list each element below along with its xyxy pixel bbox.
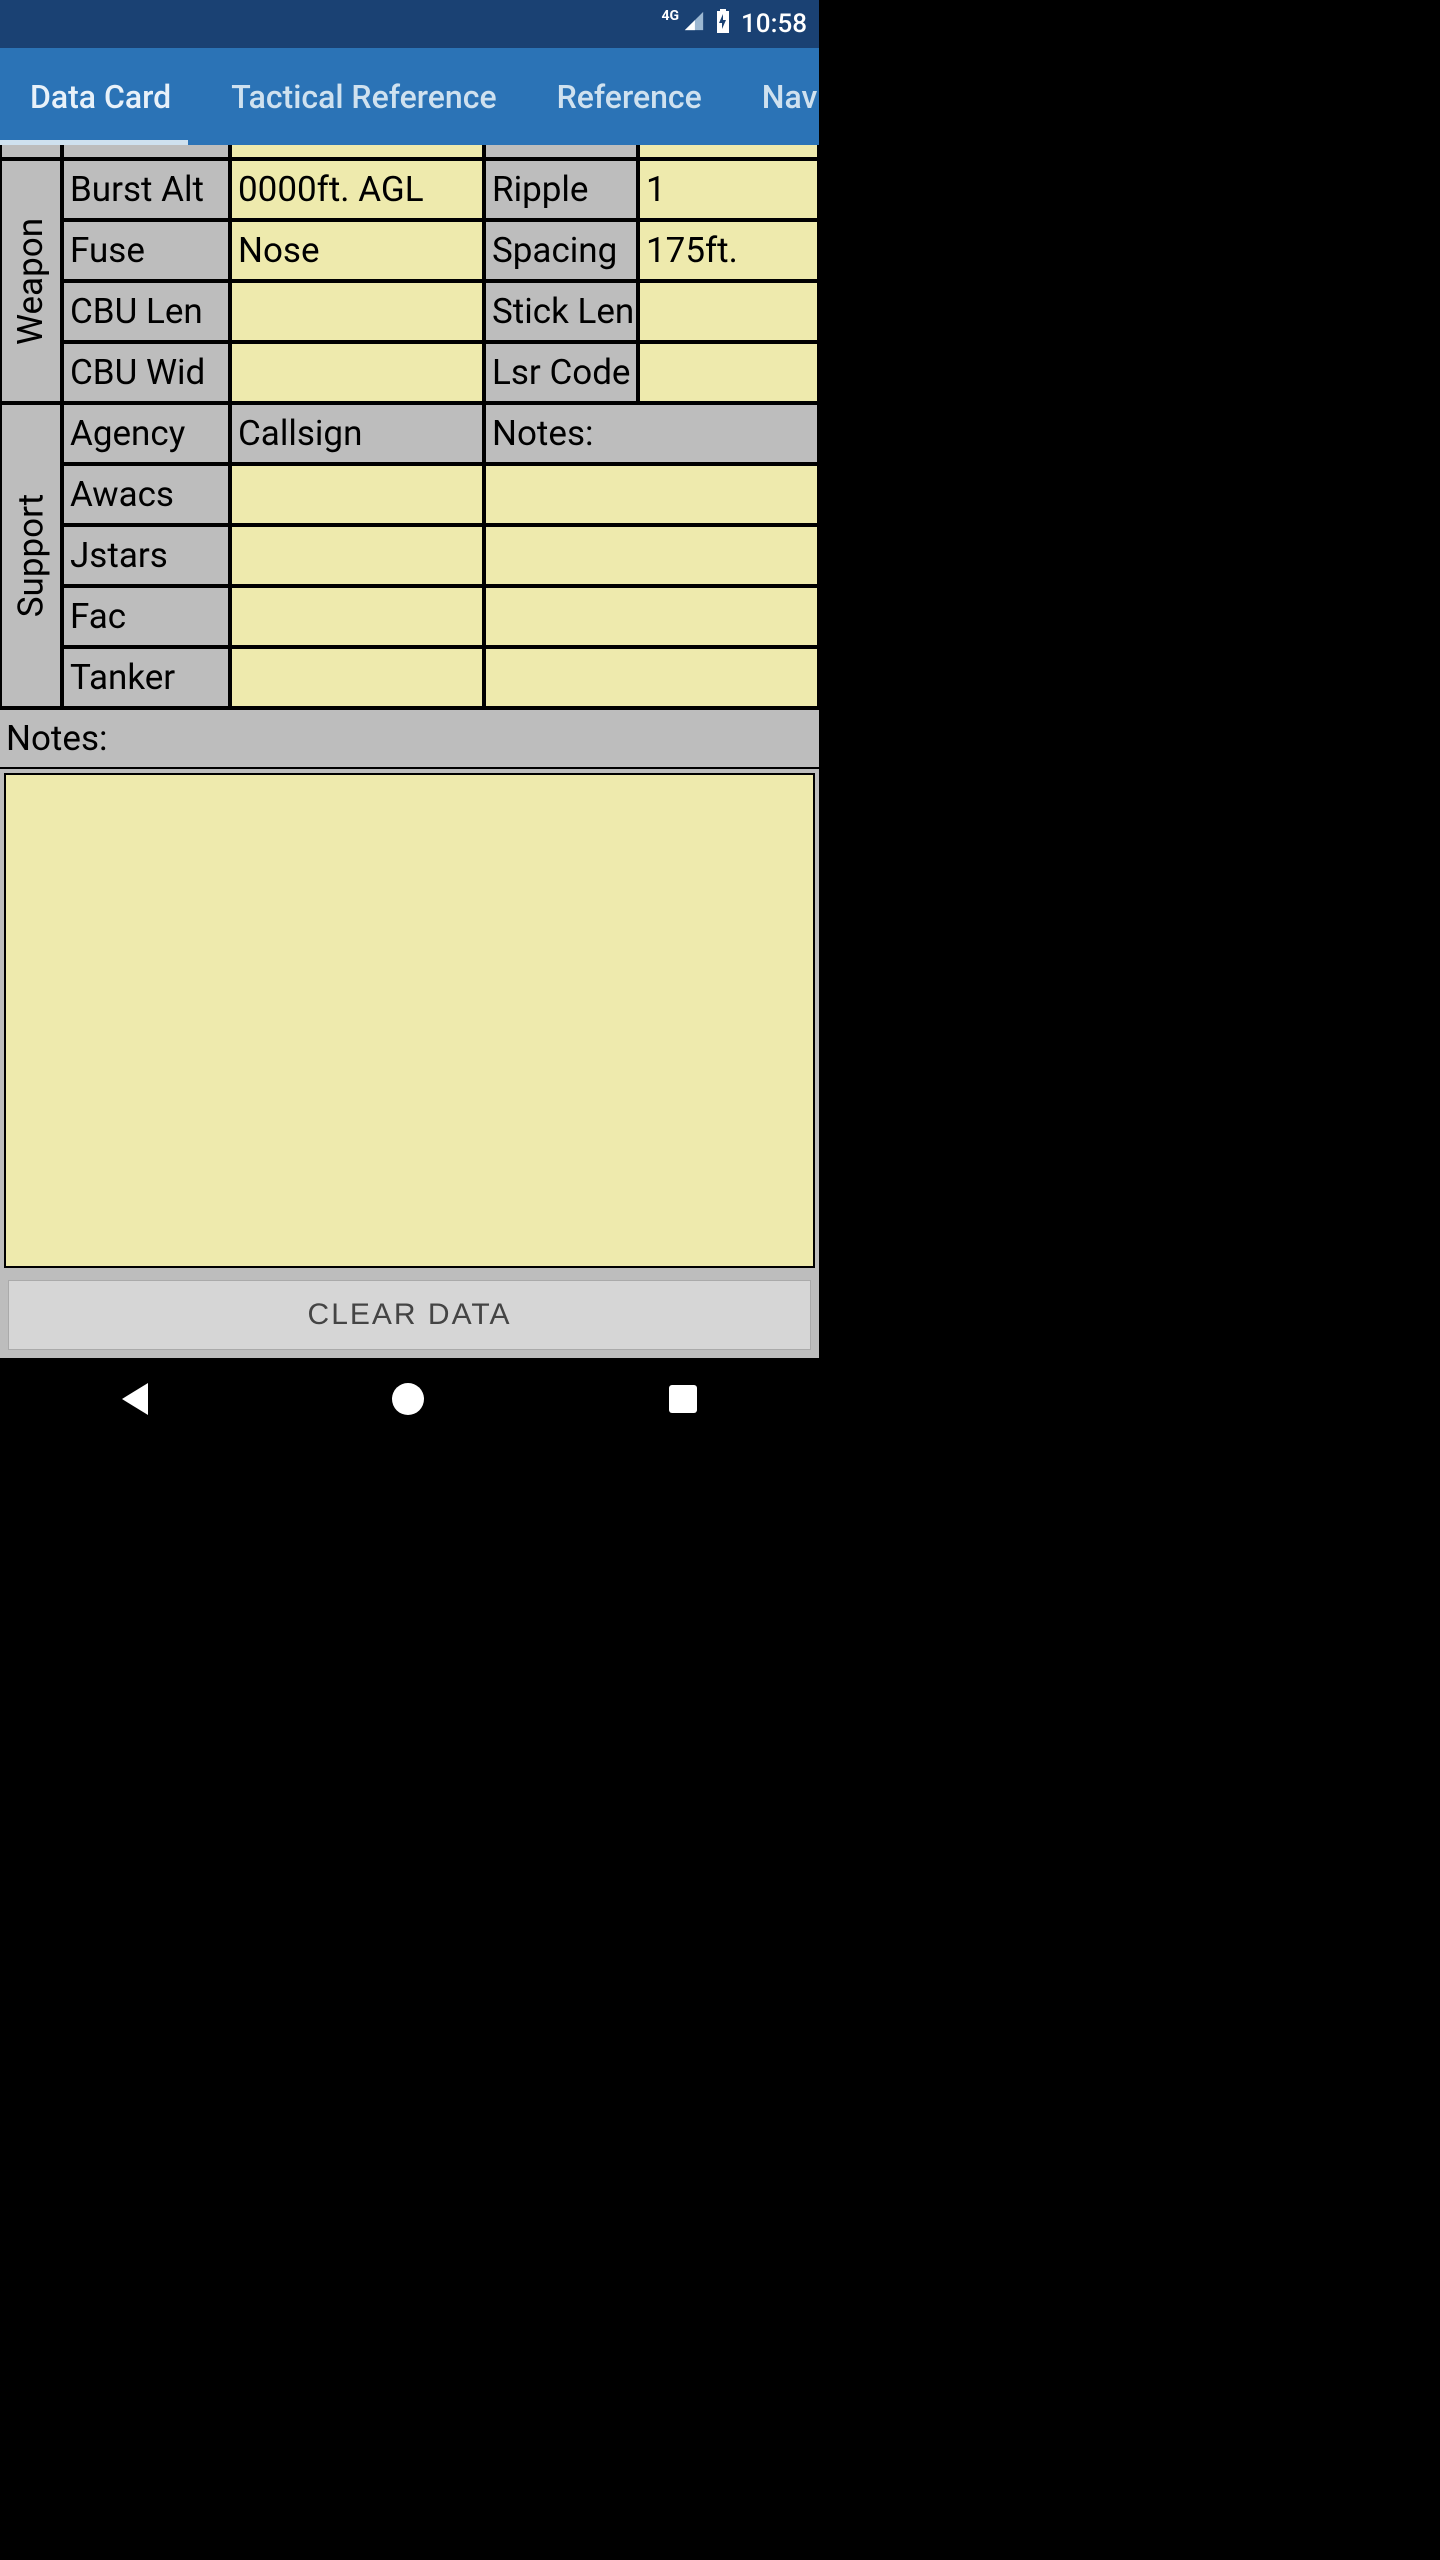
value-awacs-notes[interactable] (484, 464, 819, 525)
support-section: Support Agency Callsign Notes: Awacs Jst… (0, 403, 819, 708)
label-fac: Fac (62, 586, 230, 647)
value-stick-len[interactable] (638, 281, 819, 342)
table-row: Agency Callsign Notes: (62, 403, 819, 464)
header-agency: Agency (62, 403, 230, 464)
weapon-side-label: Weapon (0, 159, 62, 403)
home-icon[interactable] (392, 1383, 424, 1415)
value-fac-callsign[interactable] (230, 586, 484, 647)
partial-row (0, 145, 819, 159)
tab-data-card[interactable]: Data Card (0, 48, 201, 145)
label-stick-len: Stick Len (484, 281, 638, 342)
header-notes: Notes: (484, 403, 819, 464)
content-area: Weapon Burst Alt 0000ft. AGL Ripple 1 Fu… (0, 145, 819, 1358)
header-callsign: Callsign (230, 403, 484, 464)
tab-reference[interactable]: Reference (527, 48, 732, 145)
value-spacing[interactable]: 175ft. (638, 220, 819, 281)
table-row: Jstars (62, 525, 819, 586)
value-tanker-notes[interactable] (484, 647, 819, 708)
network-label: 4G (661, 8, 679, 24)
clock: 10:58 (741, 9, 807, 39)
label-awacs: Awacs (62, 464, 230, 525)
label-cbu-wid: CBU Wid (62, 342, 230, 403)
status-bar: 4G 10:58 (0, 0, 819, 48)
value-tanker-callsign[interactable] (230, 647, 484, 708)
value-fuse[interactable]: Nose (230, 220, 484, 281)
clear-data-button[interactable]: CLEAR DATA (8, 1280, 811, 1350)
notes-input[interactable] (4, 773, 815, 1268)
label-cbu-len: CBU Len (62, 281, 230, 342)
value-cbu-len[interactable] (230, 281, 484, 342)
tab-tactical-reference[interactable]: Tactical Reference (201, 48, 526, 145)
battery-charging-icon (715, 9, 731, 40)
value-jstars-notes[interactable] (484, 525, 819, 586)
label-burst-alt: Burst Alt (62, 159, 230, 220)
tab-navigation[interactable]: Navigatio (732, 48, 819, 145)
table-row: Burst Alt 0000ft. AGL Ripple 1 (62, 159, 819, 220)
value-fac-notes[interactable] (484, 586, 819, 647)
table-row: Tanker (62, 647, 819, 708)
table-row: CBU Len Stick Len (62, 281, 819, 342)
value-ripple[interactable]: 1 (638, 159, 819, 220)
tab-bar: Data Card Tactical Reference Reference N… (0, 48, 819, 145)
value-awacs-callsign[interactable] (230, 464, 484, 525)
value-lsr-code[interactable] (638, 342, 819, 403)
tab-indicator (0, 140, 188, 145)
table-row: Fuse Nose Spacing 175ft. (62, 220, 819, 281)
label-ripple: Ripple (484, 159, 638, 220)
table-row: CBU Wid Lsr Code (62, 342, 819, 403)
signal-icon (683, 9, 705, 39)
notes-label: Notes: (0, 708, 819, 769)
support-side-label: Support (0, 403, 62, 708)
button-bar: CLEAR DATA (0, 1272, 819, 1358)
recent-apps-icon[interactable] (669, 1385, 697, 1413)
android-nav-bar (0, 1358, 819, 1440)
value-cbu-wid[interactable] (230, 342, 484, 403)
label-lsr-code: Lsr Code (484, 342, 638, 403)
label-spacing: Spacing (484, 220, 638, 281)
back-icon[interactable] (122, 1383, 148, 1415)
table-row: Fac (62, 586, 819, 647)
weapon-section: Weapon Burst Alt 0000ft. AGL Ripple 1 Fu… (0, 159, 819, 403)
value-jstars-callsign[interactable] (230, 525, 484, 586)
value-burst-alt[interactable]: 0000ft. AGL (230, 159, 484, 220)
label-fuse: Fuse (62, 220, 230, 281)
label-tanker: Tanker (62, 647, 230, 708)
table-row: Awacs (62, 464, 819, 525)
label-jstars: Jstars (62, 525, 230, 586)
